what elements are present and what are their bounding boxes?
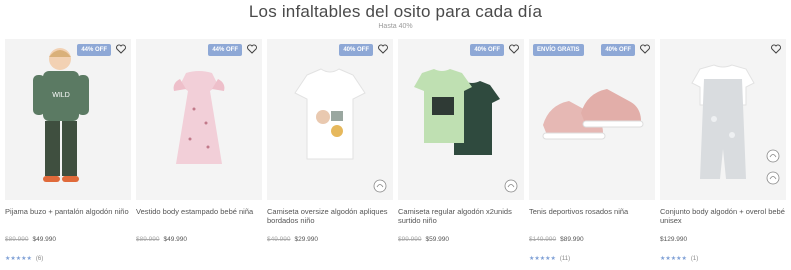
product-image[interactable]: 40% OFF [398,39,524,200]
current-price: $129.990 [660,236,688,243]
pink-sneakers-image [529,39,655,200]
heart-icon[interactable] [508,43,520,55]
pink-dress-image [136,39,262,200]
product-name[interactable]: Vestido body estampado bebé niña [136,207,262,216]
current-price: $49.990 [32,236,57,243]
product-card[interactable]: Conjunto body algodón + overol bebé unis… [660,39,786,270]
old-price: $99.990 [398,236,422,243]
old-price: $89.990 [136,236,160,243]
product-image[interactable]: 44% OFF [136,39,262,200]
rating-stars: ★★★★★ [5,256,32,262]
discount-badge: 44% OFF [77,44,111,56]
svg-text:WILD: WILD [52,92,70,99]
review-count: (11) [559,256,571,262]
review-count: (6) [35,256,44,262]
rating: ★★★★★ (11) [529,255,570,262]
current-price: $49.990 [163,236,188,243]
product-image[interactable]: 40% OFF [267,39,393,200]
rating: ★★★★★ (1) [660,255,698,262]
product-card[interactable]: 40% OFF Camiseta regular algodón x2unids… [398,39,524,270]
tshirt-pack-image [398,39,524,200]
product-card[interactable]: 40% OFF Camiseta oversize algodón apliqu… [267,39,393,270]
price-row: $89.990 $49.990 [136,236,262,243]
discount-badge: 40% OFF [470,44,504,56]
section-title: Los infaltables del osito para cada día [248,2,543,21]
heart-icon[interactable] [377,43,389,55]
product-image[interactable]: ENVÍO GRATIS 40% OFF [529,39,655,200]
product-name[interactable]: Tenis deportivos rosados niña [529,207,655,216]
old-price: $149.990 [529,236,557,243]
price-row: $149.990 $89.990 [529,236,655,243]
heart-icon[interactable] [639,43,651,55]
rating-stars: ★★★★★ [660,256,687,262]
product-card[interactable]: 44% OFF Vestido body estampado bebé niña… [136,39,262,270]
section-subtitle: Hasta 40% [378,23,413,30]
eco-cotton-icon [373,179,387,193]
eco-cotton-icon [766,171,780,185]
heart-icon[interactable] [770,43,782,55]
product-name[interactable]: Camiseta oversize algodón apliques borda… [267,207,393,225]
rating-stars: ★★★★★ [529,256,556,262]
free-shipping-badge: ENVÍO GRATIS [533,44,584,56]
product-grid: WILD 44% OFF Pijama buzo + pantalón algo… [5,39,791,270]
product-name[interactable]: Pijama buzo + pantalón algodón niño [5,207,131,216]
product-image[interactable] [660,39,786,200]
eco-cotton-icon [766,149,780,163]
discount-badge: 40% OFF [339,44,373,56]
product-name[interactable]: Conjunto body algodón + overol bebé unis… [660,207,786,225]
product-card[interactable]: ENVÍO GRATIS 40% OFF Tenis deportivos ro… [529,39,655,270]
price-row: $129.990 [660,236,786,243]
product-name[interactable]: Camiseta regular algodón x2unids surtido… [398,207,524,225]
white-tshirt-image [267,39,393,200]
current-price: $89.990 [560,236,584,243]
old-price: $49.990 [267,236,291,243]
pajama-boy-image: WILD [5,39,131,200]
heart-icon[interactable] [115,43,127,55]
old-price: $89.990 [5,236,29,243]
review-count: (1) [690,256,699,262]
price-row: $89.990 $49.990 [5,236,131,243]
heart-icon[interactable] [246,43,258,55]
discount-badge: 40% OFF [601,44,635,56]
current-price: $59.990 [425,236,450,243]
current-price: $29.990 [294,236,319,243]
rating: ★★★★★ (6) [5,255,43,262]
discount-badge: 44% OFF [208,44,242,56]
price-row: $99.990 $59.990 [398,236,524,243]
price-row: $49.990 $29.990 [267,236,393,243]
product-card[interactable]: WILD 44% OFF Pijama buzo + pantalón algo… [5,39,131,270]
product-image[interactable]: WILD 44% OFF [5,39,131,200]
eco-cotton-icon [504,179,518,193]
